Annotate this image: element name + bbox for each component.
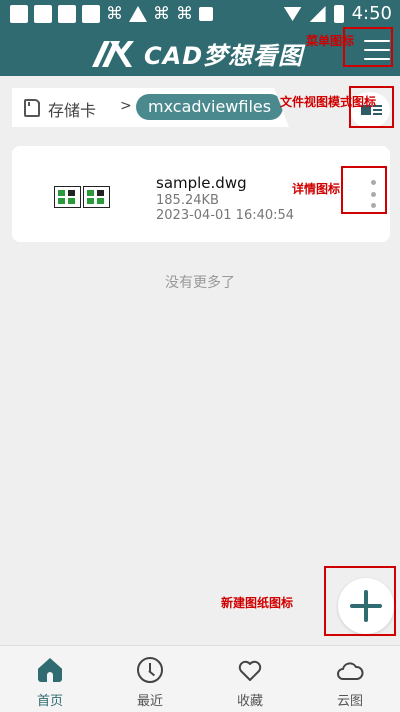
status-bar: ⌘ ⌘ ⌘ 4:50	[0, 0, 400, 28]
annotation-box-view-mode	[349, 86, 394, 128]
file-modified-date: 2023-04-01 16:40:54	[156, 208, 295, 223]
notification-square-icon	[58, 5, 76, 23]
notification-icons: ⌘ ⌘ ⌘	[10, 4, 213, 24]
annotation-new-drawing: 新建图纸图标	[221, 596, 294, 610]
list-end-text: 没有更多了	[165, 275, 235, 291]
breadcrumb-separator: >	[120, 98, 132, 114]
breadcrumb: 存储卡 > mxcadviewfiles	[12, 88, 289, 127]
wifi-icon	[284, 7, 302, 21]
battery-icon	[333, 5, 344, 23]
nav-item-home[interactable]: 首页	[0, 646, 100, 712]
nav-label-recent: 最近	[136, 694, 163, 709]
file-name: sample.dwg	[156, 174, 247, 192]
sd-card-icon	[24, 99, 40, 117]
notification-square-icon	[34, 5, 52, 23]
cloud-icon	[336, 656, 364, 684]
status-time: 4:50	[351, 3, 392, 24]
nav-label-favorites: 收藏	[236, 694, 263, 709]
clock-icon	[136, 656, 164, 684]
app-logo: CAD梦想看图	[90, 36, 303, 71]
breadcrumb-storage[interactable]: 存储卡	[48, 97, 96, 121]
bug-icon: ⌘	[106, 4, 123, 24]
annotation-box-menu	[343, 27, 393, 67]
notification-square-icon	[10, 5, 28, 23]
annotation-box-new-drawing	[324, 566, 396, 636]
warning-icon	[129, 6, 147, 22]
nav-item-favorites[interactable]: 收藏	[200, 646, 300, 712]
annotation-details: 详情图标	[292, 182, 341, 196]
app-notification-icon	[199, 7, 213, 21]
file-size: 185.24KB	[156, 193, 219, 208]
bottom-navigation: 首页 最近 收藏 云图	[0, 645, 400, 712]
nav-label-cloud: 云图	[336, 694, 363, 709]
nav-item-recent[interactable]: 最近	[100, 646, 200, 712]
app-title: CAD梦想看图	[144, 42, 304, 70]
home-icon	[36, 656, 64, 684]
nav-item-cloud[interactable]: 云图	[300, 646, 400, 712]
notification-square-icon	[82, 5, 100, 23]
dwg-thumbnail	[54, 186, 110, 208]
signal-icon	[309, 6, 326, 22]
heart-icon	[236, 656, 264, 684]
logo-icon	[90, 39, 134, 69]
annotation-box-details	[341, 166, 387, 214]
breadcrumb-current-folder[interactable]: mxcadviewfiles	[136, 94, 284, 120]
system-indicators: 4:50	[284, 4, 392, 24]
bug-icon: ⌘	[176, 4, 193, 24]
nav-label-home: 首页	[36, 694, 63, 709]
bug-icon: ⌘	[153, 4, 170, 24]
